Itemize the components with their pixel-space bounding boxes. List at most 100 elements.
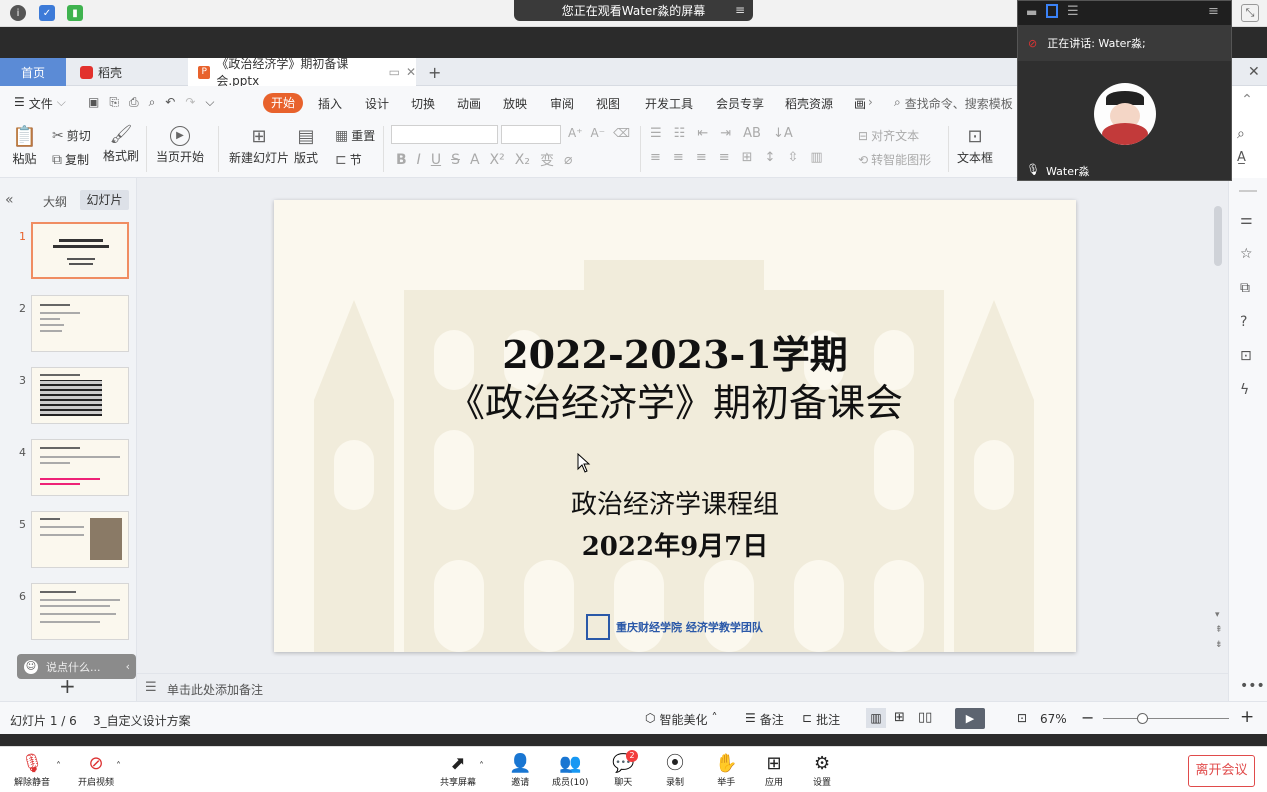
menu-tab-transition[interactable]: 切换 — [411, 95, 435, 112]
unmute-button[interactable]: 🎙 解除静音 — [14, 753, 50, 788]
apps-button[interactable]: ⊞ 应用 — [765, 753, 783, 788]
layout-button[interactable]: ▤ 版式 — [294, 126, 318, 166]
menu-tab-member[interactable]: 会员专享 — [716, 95, 764, 112]
menu-icon[interactable]: ≡ — [1208, 4, 1219, 19]
tab-slides[interactable]: 幻灯片 — [80, 190, 129, 210]
menu-tab-more[interactable]: 画 — [854, 95, 866, 112]
info-icon[interactable]: i — [10, 5, 26, 21]
tab-home[interactable]: 首页 — [0, 58, 66, 86]
align-left-icon[interactable]: ≡ — [650, 150, 661, 165]
minimize-icon[interactable]: ▬ — [1026, 5, 1037, 19]
menu-tab-animation[interactable]: 动画 — [457, 95, 481, 112]
list-view-icon[interactable]: ☰ — [1067, 4, 1079, 19]
menu-tab-view[interactable]: 视图 — [596, 95, 620, 112]
save-icon[interactable]: ▣ — [88, 95, 99, 110]
textbox-button[interactable]: ⊡ 文本框 — [957, 126, 993, 166]
notes-bar[interactable]: ☰ 单击此处添加备注 — [137, 673, 1228, 701]
shield-icon[interactable]: ✓ — [39, 5, 55, 21]
menu-tab-design[interactable]: 设计 — [365, 95, 389, 112]
slide-canvas[interactable]: 2022-2023-1学期 《政治经济学》期初备课会 政治经济学课程组 2022… — [274, 200, 1076, 652]
align-right-icon[interactable]: ≡ — [696, 150, 707, 165]
fit-window-icon[interactable]: ⊡ — [1017, 711, 1027, 725]
reset-button[interactable]: ▦ 重置 — [335, 127, 375, 144]
zoom-slider-track[interactable] — [1103, 718, 1229, 719]
slide-thumbnail-5[interactable] — [31, 511, 129, 568]
transition-icon[interactable]: ⧉ — [1240, 280, 1250, 296]
zoom-slider-handle[interactable] — [1137, 713, 1148, 724]
invite-button[interactable]: 👤 邀请 — [509, 753, 531, 788]
normal-view-icon[interactable]: ▥ — [866, 708, 886, 728]
font-color-icon[interactable]: A — [470, 152, 480, 168]
close-window-icon[interactable]: ✕ — [1248, 64, 1260, 80]
chevron-up-icon[interactable]: ˄ — [116, 761, 121, 772]
menu-tab-review[interactable]: 审阅 — [550, 95, 574, 112]
play-slideshow-button[interactable]: ▶ — [955, 708, 985, 729]
collapse-ribbon-icon[interactable]: ⌃ — [1232, 92, 1262, 114]
decrease-font-icon[interactable]: A⁻ — [591, 126, 606, 140]
slide-thumbnail-3[interactable] — [31, 367, 129, 424]
emoji-icon[interactable]: ☺ — [24, 659, 38, 674]
indent-icon[interactable]: ⇥ — [720, 126, 731, 141]
slide-thumbnail-4[interactable] — [31, 439, 129, 496]
members-button[interactable]: 👥 成员(10) — [552, 753, 588, 788]
from-current-button[interactable]: ▶ 当页开始 — [156, 126, 204, 165]
zoom-in-button[interactable]: + — [1240, 707, 1254, 727]
font-family-select[interactable] — [391, 125, 498, 144]
print-preview-icon[interactable]: ⌕ — [149, 95, 156, 110]
chevron-right-icon[interactable]: › — [868, 95, 873, 109]
zoom-search-icon[interactable]: ⌕ — [1237, 126, 1245, 142]
slide-thumbnail-6[interactable] — [31, 583, 129, 640]
export-pdf-icon[interactable]: ⎘ — [109, 95, 119, 110]
zoom-out-button[interactable]: − — [1081, 708, 1094, 727]
outdent-icon[interactable]: ⇤ — [697, 126, 708, 141]
menu-tab-insert[interactable]: 插入 — [318, 95, 342, 112]
tab-docer[interactable]: 稻壳 — [66, 58, 186, 86]
strikethrough-icon[interactable]: S — [451, 152, 460, 168]
menu-tab-start[interactable]: 开始 — [263, 93, 303, 113]
settings-sliders-icon[interactable]: ⚌ — [1240, 212, 1253, 228]
comments-button[interactable]: ⊏ 批注 — [802, 711, 840, 728]
raise-hand-button[interactable]: ✋ 举手 — [715, 753, 737, 788]
add-slide-button[interactable]: + — [59, 674, 76, 698]
theme-name[interactable]: 3_自定义设计方案 — [93, 712, 191, 729]
chevron-up-icon[interactable]: ˄ — [56, 761, 61, 772]
record-button[interactable]: ⦿ 录制 — [666, 753, 684, 788]
close-tab-icon[interactable]: ✕ — [406, 65, 416, 79]
menu-tab-slideshow[interactable]: 放映 — [503, 95, 527, 112]
scroll-arrows[interactable]: ▾ ⇞ ⇟ — [1215, 608, 1223, 653]
paragraph-spacing-icon[interactable]: ⇳ — [787, 150, 798, 165]
more-options-icon[interactable]: ••• — [1240, 678, 1265, 694]
bullet-list-icon[interactable]: ☰ — [650, 126, 662, 141]
line-spacing-icon[interactable]: ↕ — [765, 150, 776, 165]
command-search[interactable]: ⌕ 查找命令、搜索模板 — [894, 95, 1013, 112]
scrollbar-thumb[interactable] — [1214, 206, 1222, 266]
smart-shape-button[interactable]: ⟲ 转智能图形 — [858, 151, 931, 168]
start-video-button[interactable]: ⊘ 开启视频 — [78, 753, 114, 788]
eraser-icon[interactable]: ⌫ — [613, 126, 630, 140]
slide-thumbnail-1[interactable] — [31, 222, 129, 279]
sort-icon[interactable]: ↓A — [773, 126, 793, 141]
align-text-button[interactable]: ⊟ 对齐文本 — [858, 127, 919, 144]
menu-tab-developer[interactable]: 开发工具 — [645, 95, 693, 112]
more-icon[interactable]: ⌵ — [205, 95, 214, 110]
paste-button[interactable]: 📋 粘贴 — [12, 124, 37, 167]
font-size-select[interactable] — [501, 125, 561, 144]
menu-icon[interactable]: ≡ — [735, 3, 745, 17]
justify-icon[interactable]: ≡ — [719, 150, 730, 165]
new-slide-button[interactable]: ⊞ 新建幻灯片 — [229, 126, 289, 166]
notes-toggle-button[interactable]: ☰ 备注 — [745, 711, 784, 728]
chevron-left-icon[interactable]: ‹ — [126, 660, 130, 673]
tab-outline[interactable]: 大纲 — [43, 193, 67, 210]
reading-view-icon[interactable]: ▯▯ — [918, 710, 932, 725]
text-replace-icon[interactable]: A̲ — [1237, 150, 1246, 165]
numbered-list-icon[interactable]: ☷ — [674, 126, 686, 141]
file-menu[interactable]: ☰ 文件 ⌵ — [14, 95, 66, 112]
chat-input-box[interactable]: ☺ 说点什么... ‹ — [17, 654, 136, 679]
fullscreen-exit-icon[interactable]: ⤡ — [1241, 4, 1259, 22]
text-direction-icon[interactable]: AB — [743, 126, 761, 141]
grid-view-icon[interactable]: ⊞ — [894, 710, 905, 725]
chevron-up-icon[interactable]: ˄ — [479, 761, 484, 772]
pin-icon[interactable]: ☆ — [1240, 246, 1253, 262]
collapse-panel-icon[interactable]: « — [5, 192, 14, 208]
tab-file[interactable]: P 《政治经济学》期初备课会.pptx ▭ ✕ — [188, 57, 416, 88]
